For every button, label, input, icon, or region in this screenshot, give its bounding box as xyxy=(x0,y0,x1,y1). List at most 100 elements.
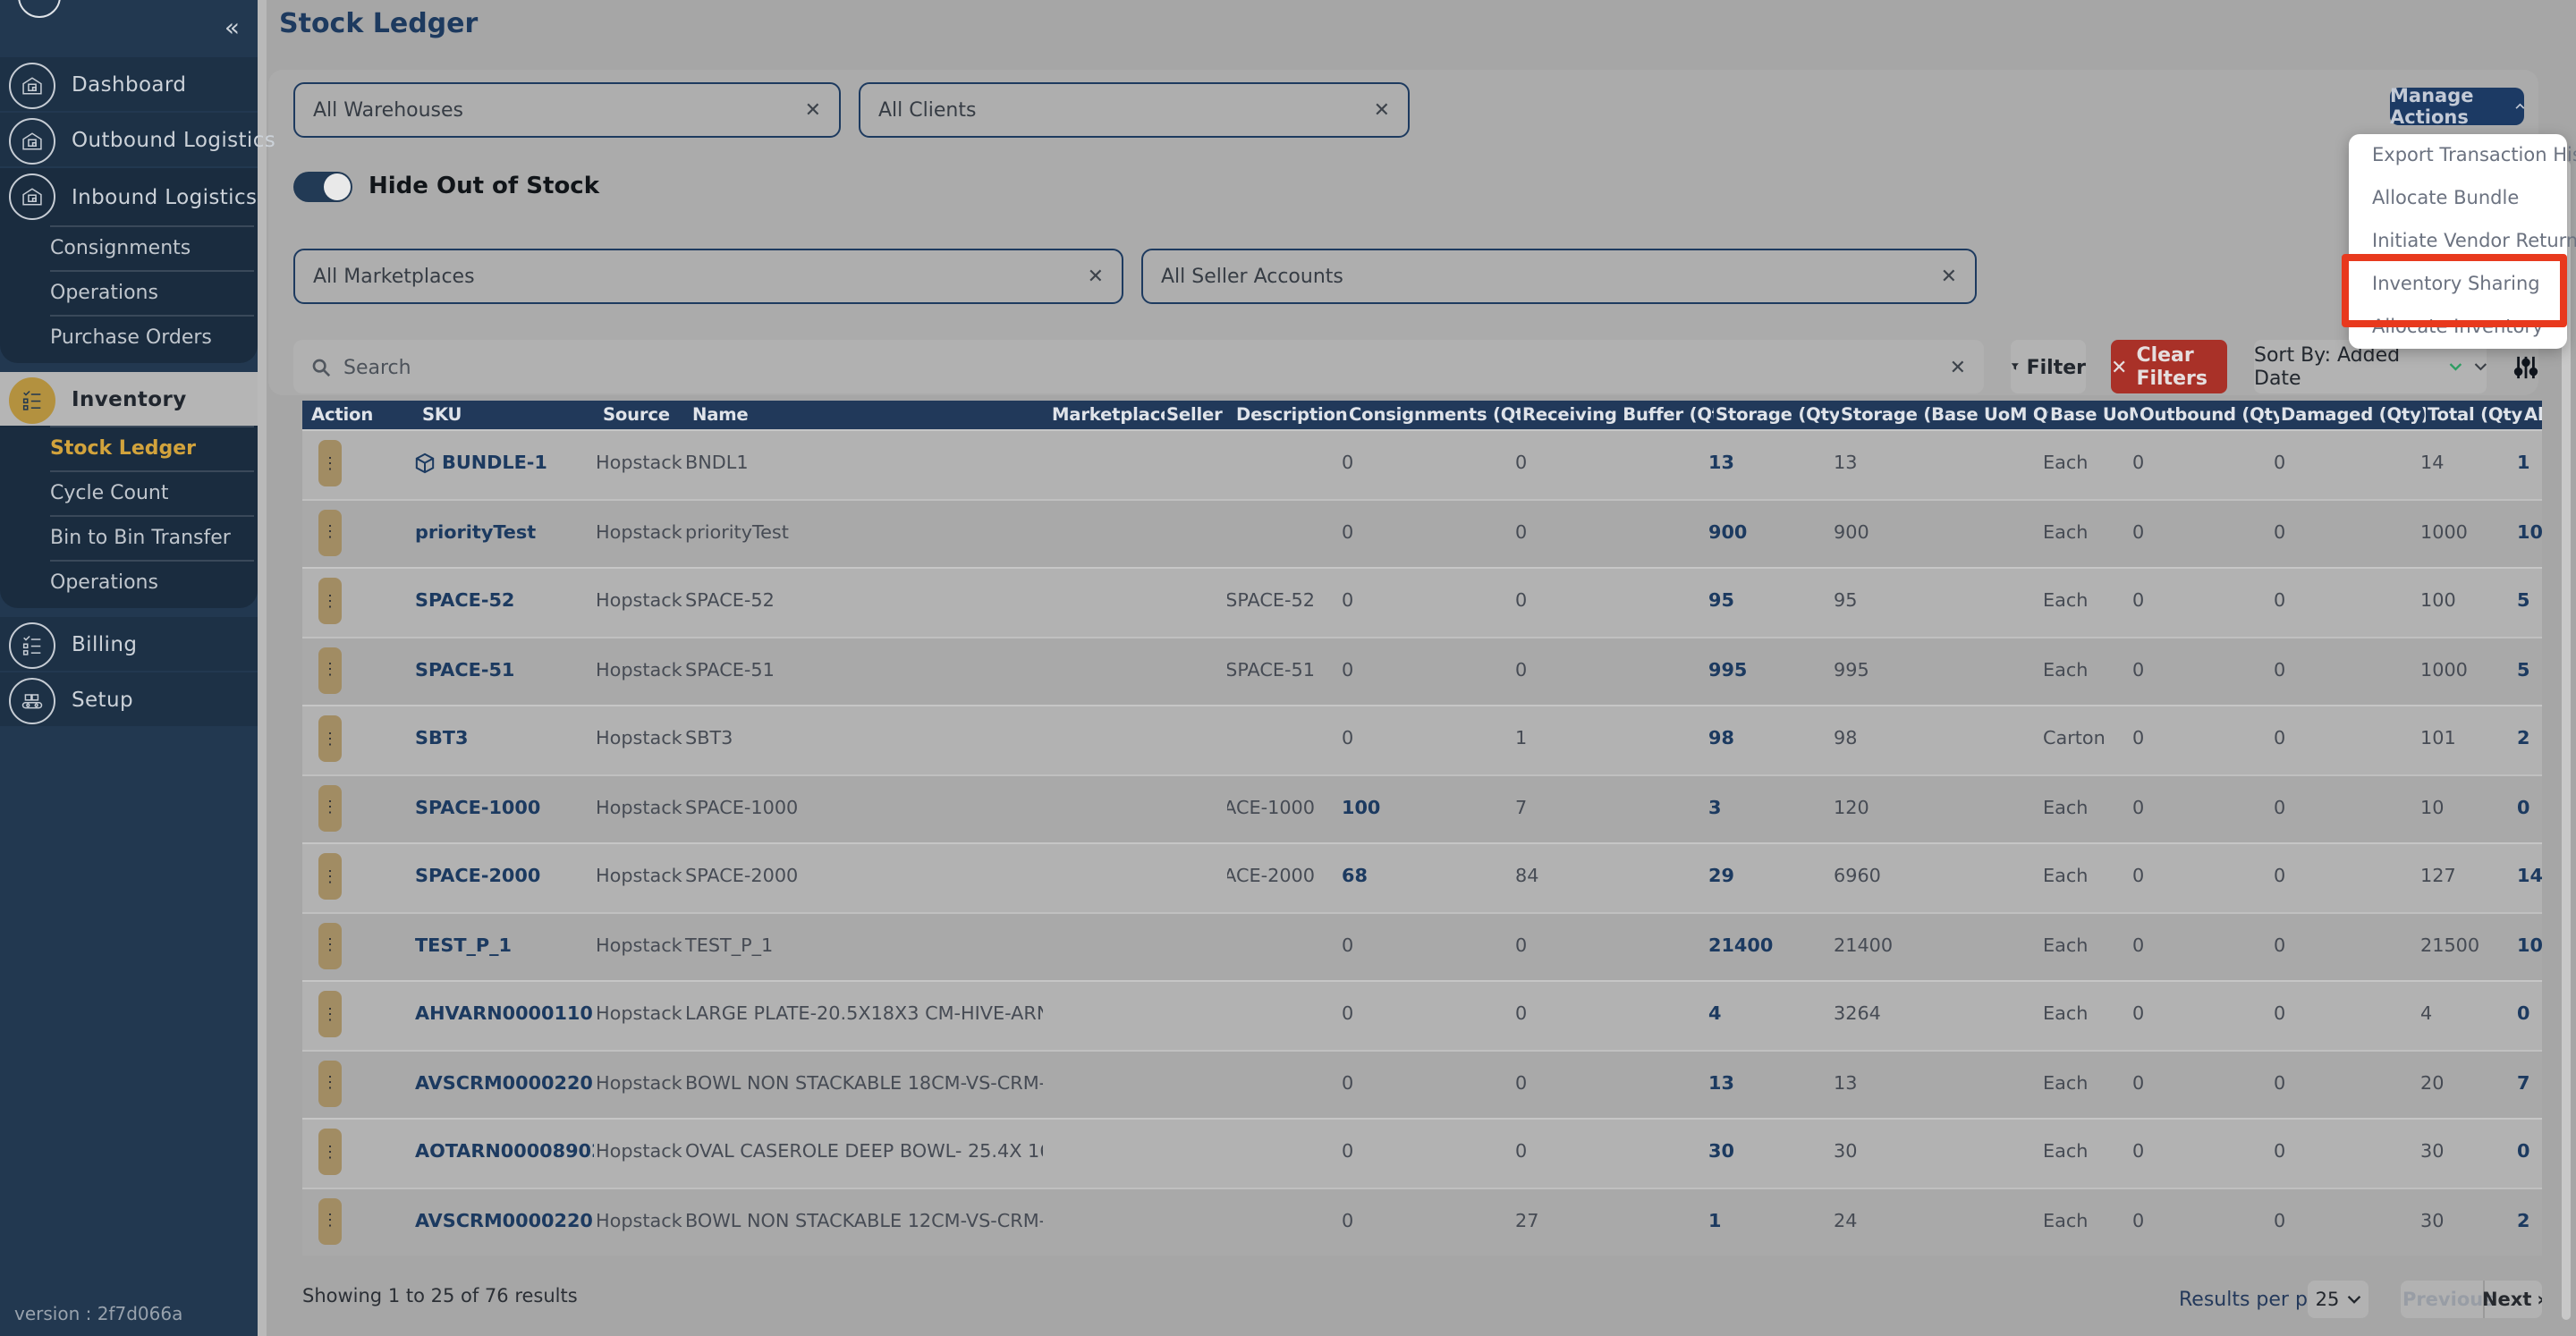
table-row[interactable]: ⋮ priorityTest Hopstack priorityTest 0 0 900 90… xyxy=(302,498,2542,567)
table-row[interactable]: ⋮ SPACE-52 Hopstack SPACE-52 SPACE-52 0 0 95 95 E… xyxy=(302,567,2542,636)
sku-link[interactable]: SPACE-1000 xyxy=(415,798,540,819)
cell-allocated: 100 xyxy=(2517,521,2542,544)
sku-link[interactable]: SPACE-51 xyxy=(415,660,514,681)
checklist-icon xyxy=(9,377,55,424)
sidebar-item-billing[interactable]: Billing xyxy=(0,617,258,671)
row-actions-button[interactable]: ⋮ xyxy=(318,853,342,901)
table-row[interactable]: ⋮ AOTARN000089026HopstackOVAL CASEROLE DE… xyxy=(302,1118,2542,1187)
menu-item-allocate-bundle[interactable]: Allocate Bundle xyxy=(2349,177,2567,220)
cell-sku: priorityTest xyxy=(413,522,594,544)
sku-link[interactable]: AVSCRM000022018 xyxy=(415,1073,594,1095)
sidebar-subitem-bin-to-bin-transfer[interactable]: Bin to Bin Transfer xyxy=(0,515,258,560)
cell-name: SPACE-52 xyxy=(685,590,775,613)
warehouse-filter-select[interactable]: All Warehouses ✕ xyxy=(293,82,841,138)
seller-account-filter-select[interactable]: All Seller Accounts ✕ xyxy=(1141,249,1977,304)
manage-actions-button[interactable]: Manage Actions xyxy=(2390,85,2524,128)
row-actions-button[interactable]: ⋮ xyxy=(318,991,342,1038)
cell-storage[interactable]: 900 xyxy=(1707,522,1832,544)
sidebar-subitem-label: Stock Ledger xyxy=(50,436,197,460)
filter-button[interactable]: Filter xyxy=(2011,340,2086,393)
cell-name: SBT3 xyxy=(685,728,733,750)
cell-storage[interactable]: 29 xyxy=(1707,867,1832,888)
row-actions-button[interactable]: ⋮ xyxy=(318,509,342,556)
table-row[interactable]: ⋮ SBT3 Hopstack SBT3 0 1 98 98 Carton 0 0 101 2 xyxy=(302,705,2542,774)
sku-link[interactable]: AOTARN000089026 xyxy=(415,1142,594,1163)
sidebar-item-outbound-logistics[interactable]: Outbound Logistics xyxy=(0,113,275,166)
cell-storage[interactable]: 95 xyxy=(1707,591,1832,613)
clear-seller-icon[interactable]: ✕ xyxy=(1941,265,1957,288)
clear-marketplace-icon[interactable]: ✕ xyxy=(1088,265,1104,288)
clear-warehouse-icon[interactable]: ✕ xyxy=(805,98,821,122)
sidebar-collapse-button[interactable]: « xyxy=(225,14,240,43)
cell-consignments: 0 xyxy=(1342,1003,1354,1026)
cell-outbound: 0 xyxy=(2132,1072,2145,1095)
sidebar-item-inventory[interactable]: Inventory xyxy=(0,372,258,426)
row-actions-button[interactable]: ⋮ xyxy=(318,1197,342,1245)
sidebar-subitem-operations[interactable]: Operations xyxy=(0,270,258,315)
clear-filters-button[interactable]: ✕ Clear Filters xyxy=(2111,340,2227,393)
hide-out-of-stock-toggle[interactable] xyxy=(293,171,352,201)
cell-receiving: 7 xyxy=(1515,797,1528,819)
cell-storage[interactable]: 30 xyxy=(1707,1142,1832,1163)
sidebar-subitem-cycle-count[interactable]: Cycle Count xyxy=(0,470,258,515)
table-row[interactable]: ⋮ AHVARN000011018HopstackLARGE PLATE-20.5… xyxy=(302,980,2542,1049)
sidebar-subitem-stock-ledger[interactable]: Stock Ledger xyxy=(0,426,258,470)
cell-total: 1000 xyxy=(2420,521,2468,544)
sku-link[interactable]: SPACE-2000 xyxy=(415,867,540,888)
cell-outbound: 0 xyxy=(2132,1141,2145,1163)
row-actions-button[interactable]: ⋮ xyxy=(318,1129,342,1176)
cell-storage[interactable]: 21400 xyxy=(1707,935,1832,957)
cell-storage[interactable]: 13 xyxy=(1707,453,1832,475)
table-row[interactable]: ⋮ AVSCRM000022012HopstackBOWL NON STACKAB… xyxy=(302,1187,2542,1256)
sku-link[interactable]: priorityTest xyxy=(415,522,536,544)
row-actions-button[interactable]: ⋮ xyxy=(318,440,342,487)
table-row[interactable]: ⋮SPACE-1000HopstackSPACE-1000SPACE-10001… xyxy=(302,774,2542,842)
sidebar-subitem-purchase-orders[interactable]: Purchase Orders xyxy=(0,315,258,359)
search-input[interactable]: Search ✕ xyxy=(293,340,1984,393)
next-page-button[interactable]: Next› xyxy=(2482,1281,2542,1318)
sku-link[interactable]: TEST_P_1 xyxy=(415,935,512,957)
sidebar-subitem-consignments[interactable]: Consignments xyxy=(0,225,258,270)
cell-storage[interactable]: 13 xyxy=(1707,1073,1832,1095)
cell-sku: AVSCRM000022012 xyxy=(413,1211,594,1232)
marketplace-filter-select[interactable]: All Marketplaces ✕ xyxy=(293,249,1123,304)
sku-link[interactable]: AVSCRM000022012 xyxy=(415,1211,594,1232)
sidebar-item-inbound-logistics[interactable]: Inbound Logistics xyxy=(0,168,258,225)
row-actions-button[interactable]: ⋮ xyxy=(318,922,342,969)
row-actions-button[interactable]: ⋮ xyxy=(318,578,342,625)
cell-sku: SPACE-2000 xyxy=(413,867,594,888)
cell-action: ⋮ xyxy=(302,922,413,969)
menu-item-export-transaction-history[interactable]: Export Transaction History xyxy=(2349,134,2576,177)
cell-storage[interactable]: 4 xyxy=(1707,1004,1832,1026)
cell-storage[interactable]: 1 xyxy=(1707,1211,1832,1232)
table-row[interactable]: ⋮ AVSCRM000022018HopstackBOWL NON STACKAB… xyxy=(302,1049,2542,1118)
table-row[interactable]: ⋮ BUNDLE-1 Hopstack BNDL1 0 0 13 13 Each 0 0 14 1 xyxy=(302,429,2542,498)
page-size-select[interactable]: 25 xyxy=(2308,1281,2368,1318)
cell-damaged: 0 xyxy=(2274,1141,2286,1163)
cell-storage[interactable]: 98 xyxy=(1707,729,1832,750)
row-actions-button[interactable]: ⋮ xyxy=(318,1060,342,1107)
row-actions-button[interactable]: ⋮ xyxy=(318,784,342,832)
cell-sku: SPACE-51 xyxy=(413,660,594,681)
sku-link[interactable]: SBT3 xyxy=(415,729,468,750)
row-actions-button[interactable]: ⋮ xyxy=(318,647,342,694)
table-row[interactable]: ⋮ SPACE-51 Hopstack SPACE-51 SPACE-51 0 0 995 99… xyxy=(302,636,2542,705)
table-row[interactable]: ⋮SPACE-2000HopstackSPACE-2000SPACE-20006… xyxy=(302,842,2542,911)
cell-storage[interactable]: 995 xyxy=(1707,660,1832,681)
sku-link[interactable]: AHVARN000011018 xyxy=(415,1004,594,1026)
sidebar-item-setup[interactable]: Setup xyxy=(0,672,258,726)
cell-base_uom: Each xyxy=(2043,797,2089,819)
table-row[interactable]: ⋮ TEST_P_1 Hopstack TEST_P_1 0 0 21400 21400 Eac… xyxy=(302,911,2542,980)
sku-link[interactable]: SPACE-52 xyxy=(415,591,514,613)
clear-client-icon[interactable]: ✕ xyxy=(1374,98,1390,122)
clear-search-icon[interactable]: ✕ xyxy=(1950,355,1966,378)
client-filter-select[interactable]: All Clients ✕ xyxy=(859,82,1410,138)
sku-link[interactable]: BUNDLE-1 xyxy=(442,453,547,475)
cell-storage[interactable]: 3 xyxy=(1707,798,1832,819)
sidebar-subitem-operations[interactable]: Operations xyxy=(0,560,258,605)
previous-page-button[interactable]: ‹Previous xyxy=(2401,1281,2495,1318)
row-actions-button[interactable]: ⋮ xyxy=(318,715,342,763)
cell-name: OVAL CASEROLE DEEP BOWL- 25.4X 16.4... xyxy=(685,1141,1043,1163)
sidebar-item-dashboard[interactable]: Dashboard xyxy=(0,57,258,111)
column-header-total: Total (Qty) xyxy=(2428,405,2522,425)
